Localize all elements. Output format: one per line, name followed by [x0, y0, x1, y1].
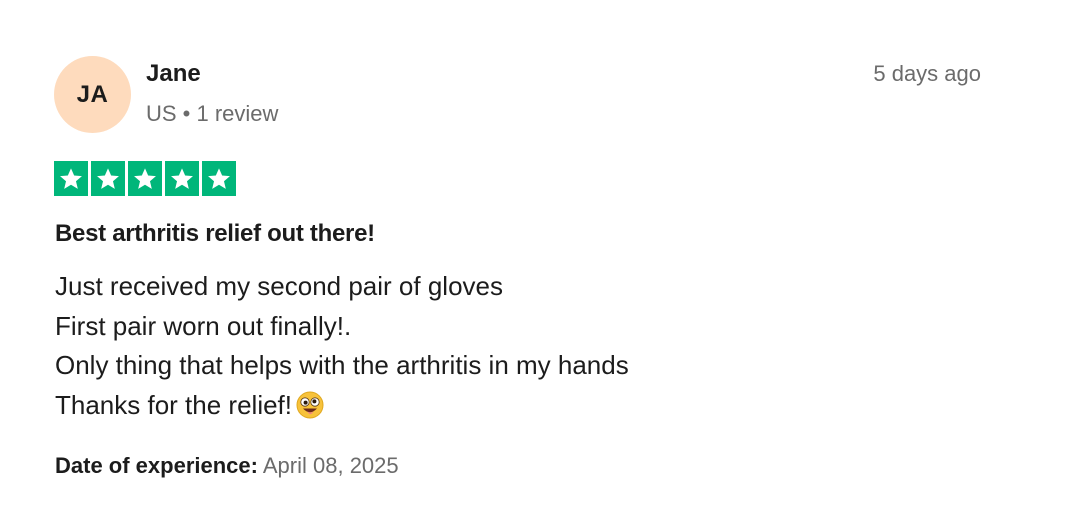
review-line: Just received my second pair of gloves [55, 271, 503, 301]
experience-date: April 08, 2025 [262, 453, 399, 478]
avatar-initials: JA [76, 80, 109, 108]
zany-face-icon [296, 391, 324, 431]
star-icon [91, 161, 125, 196]
author-name[interactable]: Jane [146, 60, 201, 88]
star-icon [54, 161, 88, 196]
review-line-last: Thanks for the relief! [55, 386, 629, 431]
review-card: JA Jane US • 1 review 5 days ago Best ar… [0, 0, 1081, 517]
review-body: Just received my second pair of gloves F… [55, 267, 629, 430]
avatar[interactable]: JA [54, 56, 131, 133]
star-icon [202, 161, 236, 196]
experience-label: Date of experience: [55, 453, 258, 478]
star-rating [54, 161, 236, 196]
star-icon [128, 161, 162, 196]
date-of-experience: Date of experience: April 08, 2025 [55, 453, 399, 479]
review-line-text: Thanks for the relief! [55, 389, 292, 420]
author-meta: US • 1 review [146, 101, 279, 126]
review-line: First pair worn out finally!. [55, 310, 352, 341]
star-icon [165, 161, 199, 196]
review-title[interactable]: Best arthritis relief out there! [55, 220, 375, 248]
review-line: Only thing that helps with the arthritis… [55, 350, 629, 380]
review-timestamp: 5 days ago [873, 61, 981, 86]
